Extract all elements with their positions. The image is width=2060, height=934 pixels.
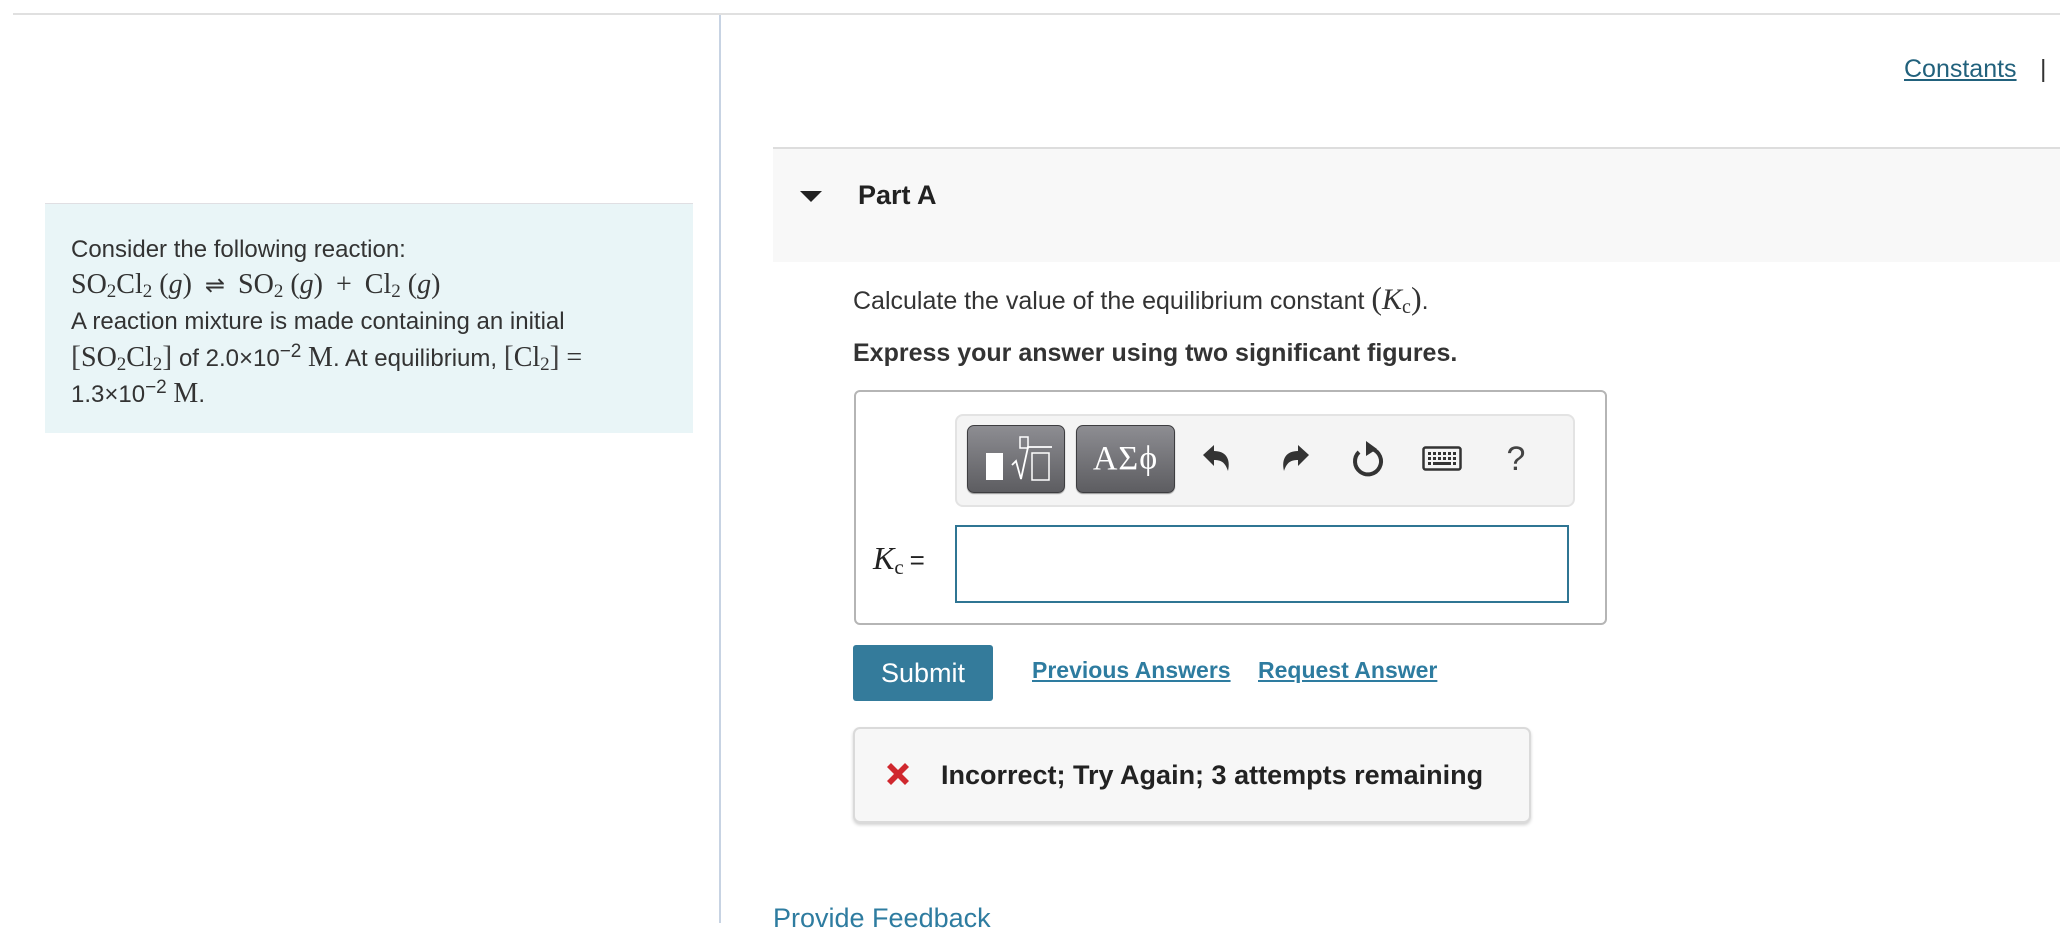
- submit-button[interactable]: Submit: [853, 645, 993, 701]
- provide-feedback-link[interactable]: Provide Feedback: [773, 903, 991, 934]
- problem-line2: A reaction mixture is made containing an…: [71, 308, 565, 335]
- reset-icon[interactable]: [1345, 436, 1391, 482]
- symbols-button[interactable]: ΑΣϕ: [1076, 425, 1175, 493]
- answer-box: ΑΣϕ ? Kc =: [854, 390, 1607, 625]
- collapse-triangle-icon[interactable]: [800, 191, 822, 202]
- equilibrium-concentration: 1.3×10−2 M.: [71, 377, 205, 409]
- feedback-message-box: Incorrect; Try Again; 3 attempts remaini…: [853, 727, 1531, 823]
- reaction-equation: SO2Cl2 (g) ⇌ SO2 (g) + Cl2 (g): [71, 269, 441, 302]
- header-separator: |: [2040, 55, 2047, 83]
- redo-icon[interactable]: [1272, 436, 1318, 482]
- answer-input[interactable]: [955, 525, 1569, 603]
- templates-button[interactable]: [967, 425, 1065, 493]
- part-title: Part A: [858, 180, 937, 210]
- request-answer-link[interactable]: Request Answer: [1258, 657, 1437, 684]
- answer-label: Kc =: [873, 540, 925, 579]
- part-a-header[interactable]: Part A: [773, 147, 2060, 262]
- instruction-text: Express your answer using two significan…: [853, 339, 1458, 367]
- question-text: Calculate the value of the equilibrium c…: [853, 280, 1429, 318]
- top-rule: [13, 13, 2060, 15]
- problem-intro-panel: Consider the following reaction: SO2Cl2 …: [45, 203, 693, 433]
- column-divider: [719, 15, 721, 923]
- templates-icon: [986, 436, 1052, 481]
- math-toolbar: ΑΣϕ ?: [955, 414, 1575, 507]
- initial-concentration: [SO2Cl2] of 2.0×10−2 M. At equilibrium, …: [71, 340, 583, 375]
- undo-icon[interactable]: [1194, 436, 1240, 482]
- keyboard-icon[interactable]: [1419, 436, 1465, 482]
- x-icon: [887, 763, 909, 785]
- feedback-text: Incorrect; Try Again; 3 attempts remaini…: [941, 760, 1484, 790]
- constants-link[interactable]: Constants: [1904, 55, 2017, 84]
- help-icon[interactable]: ?: [1493, 436, 1539, 482]
- problem-intro: Consider the following reaction:: [71, 236, 406, 263]
- previous-answers-link[interactable]: Previous Answers: [1032, 657, 1231, 684]
